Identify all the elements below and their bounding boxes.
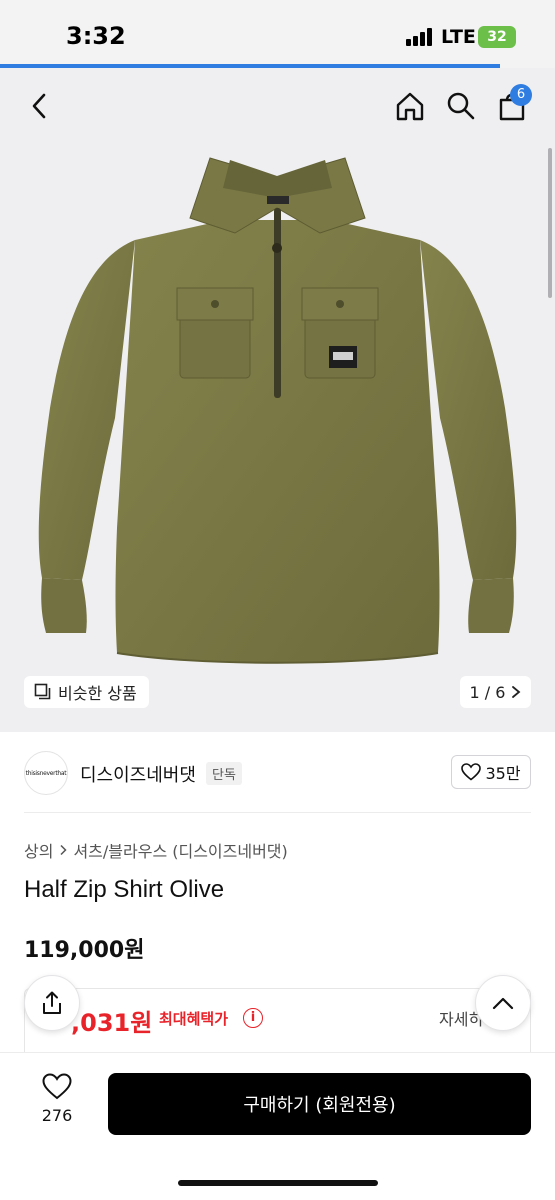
brand-name[interactable]: 디스이즈네버댓 — [80, 761, 196, 787]
image-pager-label: 1 / 6 — [469, 682, 506, 702]
scroll-indicator — [548, 148, 552, 298]
search-icon — [447, 92, 475, 120]
max-benefit-price: ,031원 — [71, 1009, 153, 1037]
chevron-right-icon — [512, 686, 521, 698]
heart-icon — [461, 763, 482, 781]
like-button[interactable]: 276 — [24, 1073, 90, 1125]
scroll-top-button[interactable] — [475, 975, 531, 1031]
home-indicator — [178, 1180, 378, 1186]
product-price: 119,000원 — [24, 938, 145, 963]
exclusive-badge: 단독 — [206, 762, 242, 785]
battery-level: 32 — [487, 29, 507, 45]
similar-products-button[interactable]: 비슷한 상품 — [24, 676, 149, 708]
breadcrumb-category[interactable]: 상의 — [24, 838, 53, 862]
battery-icon: 32 — [478, 26, 516, 48]
share-icon — [43, 991, 61, 1014]
status-time: 3:32 — [66, 22, 126, 50]
brand-wish-button[interactable]: 35만 — [451, 755, 531, 789]
search-button[interactable] — [441, 86, 481, 126]
breadcrumb: 상의 셔츠/블라우스 (디스이즈네버댓) — [24, 838, 288, 862]
signal-icon — [406, 28, 436, 46]
chevron-right-icon — [60, 844, 68, 856]
like-count: 276 — [41, 1106, 73, 1125]
status-bar: 3:32 LTE 32 — [0, 0, 555, 66]
brand-logo[interactable]: thisisneverthat — [24, 751, 68, 795]
home-icon — [396, 92, 424, 121]
buy-button-label: 구매하기 (회원전용) — [243, 1095, 396, 1116]
top-nav — [0, 68, 555, 144]
brand-logo-text: thisisneverthat — [25, 769, 67, 777]
share-button[interactable] — [24, 975, 80, 1031]
breadcrumb-subcategory[interactable]: 셔츠/블라우스 (디스이즈네버댓) — [73, 838, 287, 862]
chevron-up-icon — [492, 997, 514, 1010]
product-title: Half Zip Shirt Olive — [24, 876, 225, 903]
network-label: LTE — [441, 26, 476, 48]
heart-icon — [42, 1073, 72, 1100]
divider — [24, 812, 531, 813]
back-button[interactable] — [20, 86, 60, 126]
chevron-left-icon — [32, 93, 46, 119]
similar-products-label: 비슷한 상품 — [58, 684, 137, 703]
max-benefit-label: 최대혜택가 — [159, 1010, 229, 1028]
copy-icon — [34, 683, 51, 700]
brand-wish-count: 35만 — [485, 764, 521, 783]
buy-button[interactable]: 구매하기 (회원전용) — [108, 1073, 531, 1135]
cart-count-badge: 6 — [510, 84, 532, 106]
bottom-action-bar: 276 구매하기 (회원전용) — [0, 1052, 555, 1200]
brand-row: thisisneverthat 디스이즈네버댓 단독 35만 — [0, 745, 555, 805]
info-icon[interactable]: i — [243, 1008, 263, 1028]
image-pager[interactable]: 1 / 6 — [460, 676, 531, 708]
product-image[interactable] — [20, 148, 535, 668]
product-gallery[interactable] — [0, 68, 555, 732]
home-button[interactable] — [390, 86, 430, 126]
max-benefit-box[interactable]: ,031원 최대혜택가 i 자세히 — [24, 988, 531, 1058]
